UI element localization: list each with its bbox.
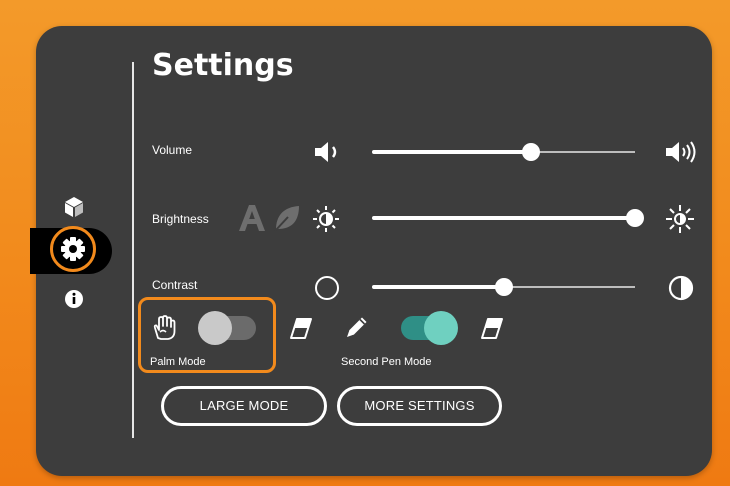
speaker-low-icon (315, 142, 337, 162)
sun-bright-icon (666, 205, 694, 233)
sun-dim-icon (313, 206, 339, 232)
palm-mode-label: Palm Mode (150, 356, 206, 368)
pencil-icon (347, 317, 367, 337)
contrast-slider-track[interactable] (504, 286, 635, 288)
contrast-label: Contrast (152, 278, 198, 292)
circle-outline-icon (315, 276, 339, 300)
volume-slider-track[interactable] (532, 151, 635, 153)
second-pen-mode-toggle-knob[interactable] (424, 311, 458, 345)
eraser-icon (481, 318, 503, 339)
palm-mode-toggle-knob[interactable] (198, 311, 232, 345)
brightness-label: Brightness (152, 212, 209, 226)
half-circle-icon (668, 275, 694, 301)
info-icon[interactable] (64, 289, 84, 309)
auto-brightness-a-icon[interactable] (236, 203, 268, 233)
contrast-slider-knob[interactable] (495, 278, 513, 296)
more-settings-button[interactable]: MORE SETTINGS (337, 386, 502, 426)
large-mode-button[interactable]: LARGE MODE (161, 386, 327, 426)
eraser-icon (290, 318, 312, 339)
palm-hand-icon (153, 315, 176, 340)
brightness-slider-fill[interactable] (372, 216, 634, 220)
leaf-icon[interactable] (272, 203, 302, 233)
page-title: Settings (152, 48, 294, 83)
speaker-high-icon (666, 141, 696, 163)
gear-icon[interactable] (59, 235, 87, 263)
volume-slider-knob[interactable] (522, 143, 540, 161)
cube-icon[interactable] (62, 195, 86, 219)
brightness-slider-knob[interactable] (626, 209, 644, 227)
volume-slider-fill[interactable] (372, 150, 532, 154)
sidebar-divider (132, 62, 134, 438)
volume-label: Volume (152, 143, 193, 157)
contrast-slider-fill[interactable] (372, 285, 504, 289)
second-pen-mode-label: Second Pen Mode (341, 356, 432, 368)
